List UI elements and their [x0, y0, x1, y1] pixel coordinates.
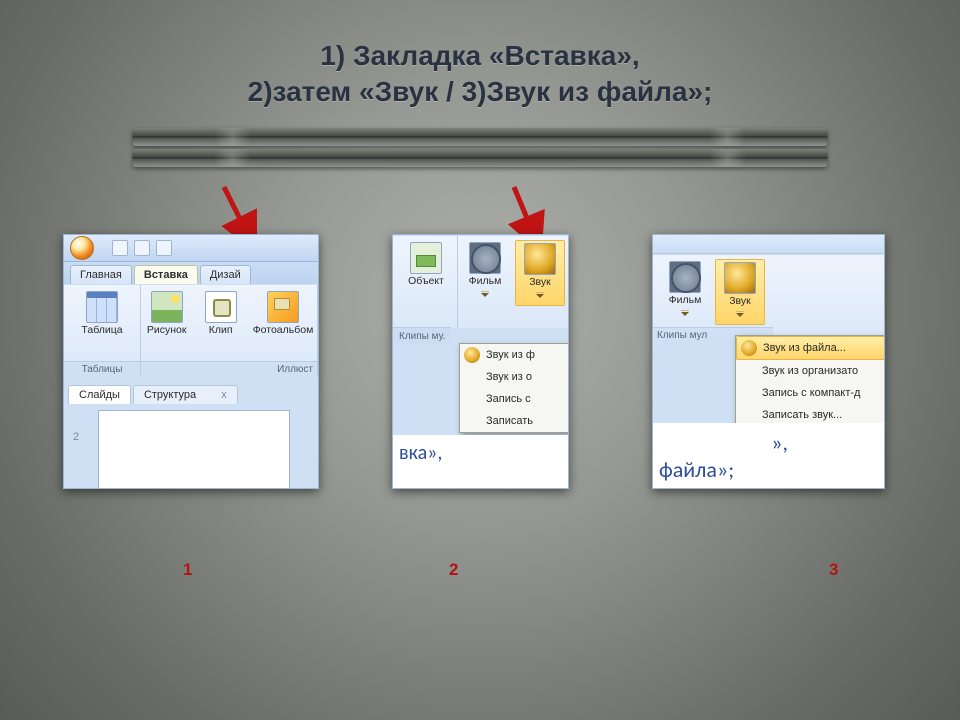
btn-label: Рисунок — [147, 325, 187, 336]
menu-item-sound-from-organizer[interactable]: Звук из организато — [736, 360, 885, 382]
dropdown-caret-icon[interactable] — [536, 292, 544, 302]
movie-icon — [469, 242, 501, 274]
sound-dropdown-menu: Звук из ф Звук из о Запись с Записать — [459, 343, 569, 433]
menu-label: Записать звук... — [762, 409, 842, 421]
table-icon — [86, 291, 118, 323]
menu-label: Запись с — [486, 393, 531, 405]
picture-icon — [151, 291, 183, 323]
ribbon-btn-picture[interactable]: Рисунок — [143, 289, 191, 339]
ribbon: Таблица Таблицы Рисунок Клип Фотоальбом — [64, 284, 318, 377]
menu-item-sound-from-file[interactable]: Звук из файла... — [736, 336, 885, 360]
ribbon-btn-table[interactable]: Таблица — [78, 289, 126, 339]
ribbon: Фильм Звук Клипы мул — [653, 254, 884, 343]
btn-label: Фильм — [469, 276, 502, 287]
ribbon-btn-clip[interactable]: Клип — [197, 289, 245, 339]
sound-dropdown-menu: Звук из файла... Звук из организато Запи… — [735, 335, 885, 427]
decorative-divider — [133, 128, 828, 170]
screenshot-panel-3: Фильм Звук Клипы мул Звук из файла... Зв… — [652, 234, 885, 489]
title-line-1: 1) Закладка «Вставка», — [0, 38, 960, 74]
menu-label: Звук из ф — [486, 349, 535, 361]
btn-label: Звук — [729, 296, 751, 307]
menu-label: Запись с компакт-д — [762, 387, 860, 399]
speaker-icon — [464, 347, 480, 363]
ribbon-btn-sound[interactable]: Звук — [515, 240, 565, 306]
qat-redo-icon[interactable] — [156, 240, 172, 256]
ribbon-btn-sound[interactable]: Звук — [715, 259, 765, 325]
qat-undo-icon[interactable] — [134, 240, 150, 256]
nav-tab-slides[interactable]: Слайды — [68, 385, 131, 404]
screenshot-panel-1: Главная Вставка Дизай Таблица Таблицы Ри… — [63, 234, 319, 489]
menu-label: Записать — [486, 415, 533, 427]
frag-line-1: », — [659, 429, 878, 456]
dropdown-caret-icon[interactable] — [681, 310, 689, 320]
ribbon-tabs: Главная Вставка Дизай — [64, 262, 318, 284]
ribbon: Объект Фильм Звук — [393, 235, 568, 328]
step-number-2: 2 — [449, 560, 458, 580]
menu-item-record-sound[interactable]: Записать — [460, 410, 568, 432]
dropdown-caret-icon[interactable] — [736, 311, 744, 321]
btn-label: Фильм — [669, 295, 702, 306]
qat-save-icon[interactable] — [112, 240, 128, 256]
object-icon — [410, 242, 442, 274]
step-number-3: 3 — [829, 560, 838, 580]
ribbon-btn-object[interactable]: Объект — [402, 240, 450, 290]
speaker-icon — [741, 340, 757, 356]
office-button-icon[interactable] — [70, 236, 94, 260]
menu-item-record-cd[interactable]: Запись с компакт-д — [736, 382, 885, 404]
group-label-tables: Таблицы — [64, 361, 140, 377]
dropdown-caret-icon[interactable] — [481, 291, 489, 301]
ribbon-btn-movie[interactable]: Фильм — [461, 240, 509, 304]
speaker-icon — [524, 243, 556, 275]
menu-label: Звук из о — [486, 371, 532, 383]
document-text-fragment: вка», — [393, 435, 568, 488]
clip-icon — [205, 291, 237, 323]
photoalbum-icon — [267, 291, 299, 323]
slide-thumbnail[interactable] — [98, 410, 290, 489]
quick-access-toolbar — [64, 235, 318, 262]
menu-item-record-cd[interactable]: Запись с — [460, 388, 568, 410]
menu-label: Звук из организато — [762, 365, 858, 377]
menu-item-sound-from-organizer[interactable]: Звук из о — [460, 366, 568, 388]
ribbon-btn-movie[interactable]: Фильм — [661, 259, 709, 323]
speaker-icon — [724, 262, 756, 294]
nav-tab-label: Структура — [144, 389, 196, 401]
frag-line-2: файла»; — [659, 456, 878, 483]
navigation-tabs: Слайды Структура x — [64, 385, 318, 404]
title-line-2: 2)затем «Звук / 3)Звук из файла»; — [0, 74, 960, 110]
tab-insert[interactable]: Вставка — [134, 265, 198, 284]
group-label-illustrations: Иллюст — [141, 361, 317, 377]
group-label-media: Клипы му. — [393, 327, 451, 344]
document-text-fragment: », файла»; — [653, 423, 884, 488]
movie-icon — [669, 261, 701, 293]
close-icon[interactable]: x — [221, 389, 227, 401]
step-number-1: 1 — [183, 560, 192, 580]
tab-home[interactable]: Главная — [70, 265, 132, 284]
btn-label: Клип — [209, 325, 233, 336]
slide-title: 1) Закладка «Вставка», 2)затем «Звук / 3… — [0, 38, 960, 110]
screenshot-panel-2: Объект Фильм Звук Клипы му. Звук из ф Зв… — [392, 234, 569, 489]
ribbon-btn-photoalbum[interactable]: Фотоальбом — [251, 289, 316, 339]
slide-number: 2 — [73, 431, 79, 443]
menu-item-sound-from-file[interactable]: Звук из ф — [460, 344, 568, 366]
menu-label: Звук из файла... — [763, 342, 846, 354]
btn-label: Таблица — [81, 325, 122, 336]
nav-tab-outline[interactable]: Структура x — [133, 385, 238, 404]
btn-label: Фотоальбом — [253, 325, 314, 336]
titlebar-fragment — [653, 235, 884, 254]
btn-label: Объект — [408, 276, 444, 287]
tab-design[interactable]: Дизай — [200, 265, 251, 284]
btn-label: Звук — [529, 277, 551, 288]
